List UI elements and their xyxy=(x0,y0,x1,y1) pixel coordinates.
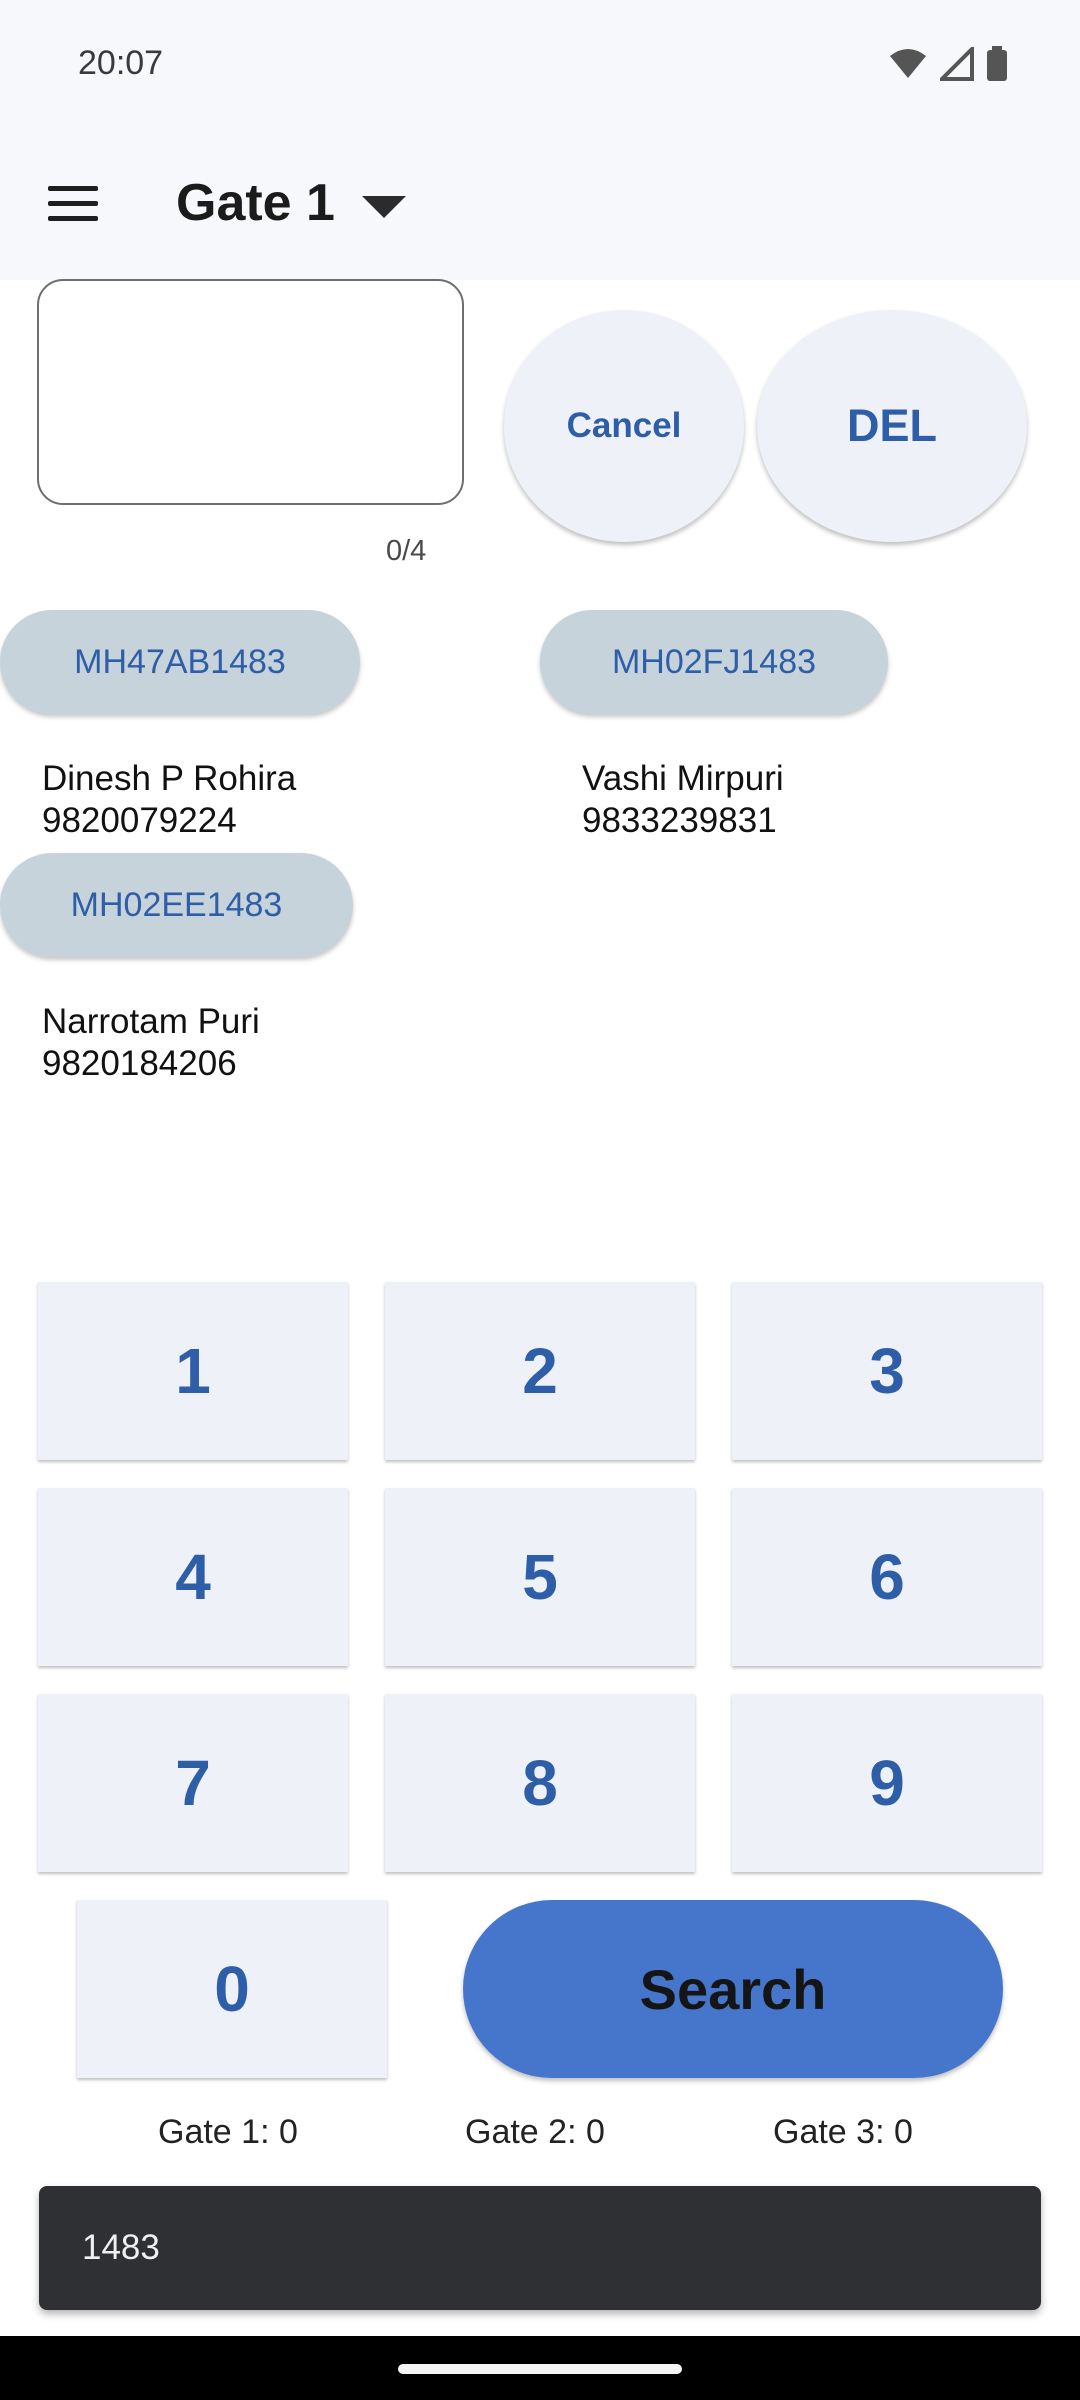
gate-3-count: Gate 3: 0 xyxy=(773,2113,913,2151)
search-button[interactable]: Search xyxy=(463,1900,1003,2078)
result-owner-name: Narrotam Puri xyxy=(42,1002,260,1041)
result-owner-phone: 9820079224 xyxy=(42,801,237,840)
keypad-key-2[interactable]: 2 xyxy=(385,1282,695,1460)
gate-2-count: Gate 2: 0 xyxy=(465,2113,605,2151)
status-time: 20:07 xyxy=(78,44,164,82)
keypad-key-7[interactable]: 7 xyxy=(38,1694,348,1872)
plate-chip[interactable]: MH47AB1483 xyxy=(0,610,360,714)
status-icons xyxy=(888,46,1008,82)
number-input[interactable] xyxy=(37,279,464,505)
menu-icon[interactable] xyxy=(48,186,98,226)
result-owner-phone: 9833239831 xyxy=(582,801,777,840)
app-bar xyxy=(0,135,1080,280)
home-indicator[interactable] xyxy=(398,2364,682,2374)
keypad-key-1[interactable]: 1 xyxy=(38,1282,348,1460)
keypad-key-3[interactable]: 3 xyxy=(732,1282,1042,1460)
keypad-key-4[interactable]: 4 xyxy=(38,1488,348,1666)
input-counter: 0/4 xyxy=(386,535,427,567)
gate-1-count: Gate 1: 0 xyxy=(158,2113,298,2151)
battery-icon xyxy=(987,46,1007,81)
chevron-down-icon[interactable] xyxy=(362,196,406,218)
keypad-key-5[interactable]: 5 xyxy=(385,1488,695,1666)
plate-chip[interactable]: MH02EE1483 xyxy=(0,853,353,957)
keypad-key-6[interactable]: 6 xyxy=(732,1488,1042,1666)
keypad-key-0[interactable]: 0 xyxy=(77,1900,387,2078)
keypad-key-8[interactable]: 8 xyxy=(385,1694,695,1872)
delete-button[interactable]: DEL xyxy=(757,310,1027,542)
snackbar-text: 1483 xyxy=(82,2228,160,2267)
cancel-button[interactable]: Cancel xyxy=(504,310,744,542)
gate-selector-title[interactable]: Gate 1 xyxy=(176,173,335,233)
result-owner-name: Vashi Mirpuri xyxy=(582,759,784,798)
signal-icon xyxy=(940,47,974,81)
keypad-key-9[interactable]: 9 xyxy=(732,1694,1042,1872)
wifi-icon xyxy=(890,49,926,78)
snackbar xyxy=(39,2186,1041,2310)
result-owner-name: Dinesh P Rohira xyxy=(42,759,297,798)
result-owner-phone: 9820184206 xyxy=(42,1044,237,1083)
plate-chip[interactable]: MH02FJ1483 xyxy=(540,610,888,714)
